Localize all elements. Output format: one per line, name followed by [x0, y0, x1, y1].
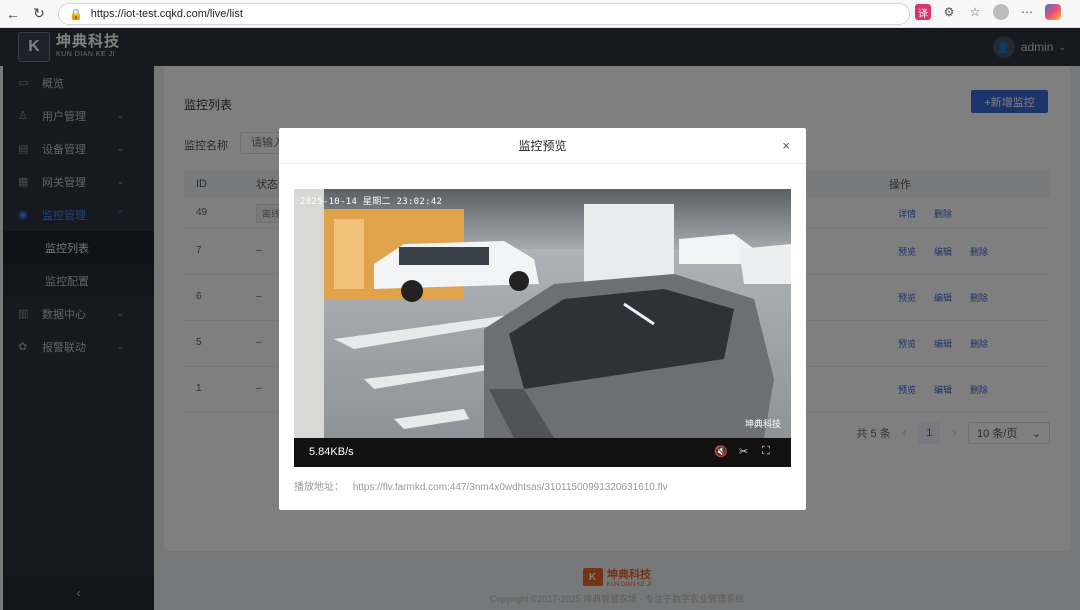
favorites-icon[interactable]: ☆: [967, 4, 983, 20]
video-player[interactable]: 2025-10-14 星期二 23:02:42 坤典科技 5.84KB/s 🔇 …: [294, 189, 791, 467]
video-osd-watermark: 坤典科技: [744, 419, 781, 429]
reload-icon[interactable]: ↻: [26, 1, 52, 27]
play-address: 播放地址： https://flv.farmkd.com:447/3nm4x0w…: [294, 478, 668, 493]
play-address-url: https://flv.farmkd.com:447/3nm4x0wdhtsas…: [352, 482, 668, 493]
video-osd-timestamp: 2025-10-14 星期二 23:02:42: [300, 197, 443, 207]
stream-speed: 5.84KB/s: [309, 446, 354, 458]
preview-modal: 监控预览 × 2025-10-14 星期二 23:02:42 坤典科技 5.84…: [279, 128, 806, 510]
extension-icons: 译 ⚙ ☆ ⋯: [915, 4, 1061, 20]
video-scene: [294, 189, 791, 438]
more-icon[interactable]: ⋯: [1019, 4, 1035, 20]
url-text: https://iot-test.cqkd.com/live/list: [90, 8, 243, 20]
modal-header: 监控预览 ×: [279, 128, 806, 164]
modal-title: 监控预览: [518, 139, 567, 153]
extension-icon[interactable]: 译: [915, 4, 931, 20]
profile-icon[interactable]: [993, 4, 1009, 20]
fullscreen-icon[interactable]: ⛶: [762, 445, 770, 458]
video-frame: 2025-10-14 星期二 23:02:42 坤典科技: [294, 189, 791, 438]
mute-icon[interactable]: 🔇: [714, 445, 728, 458]
browser-toolbar: ← ↻ 🔒 https://iot-test.cqkd.com/live/lis…: [0, 0, 1080, 28]
address-bar[interactable]: 🔒 https://iot-test.cqkd.com/live/list: [58, 3, 910, 25]
play-address-label: 播放地址：: [294, 482, 344, 493]
close-icon[interactable]: ×: [782, 138, 790, 153]
screenshot-icon[interactable]: ✂: [739, 445, 748, 458]
back-icon[interactable]: ←: [0, 1, 26, 27]
video-controls: 5.84KB/s 🔇 ✂ ⛶: [294, 438, 791, 467]
copilot-icon[interactable]: [1045, 4, 1061, 20]
extensions-icon[interactable]: ⚙: [941, 4, 957, 20]
lock-icon: 🔒: [69, 8, 83, 21]
